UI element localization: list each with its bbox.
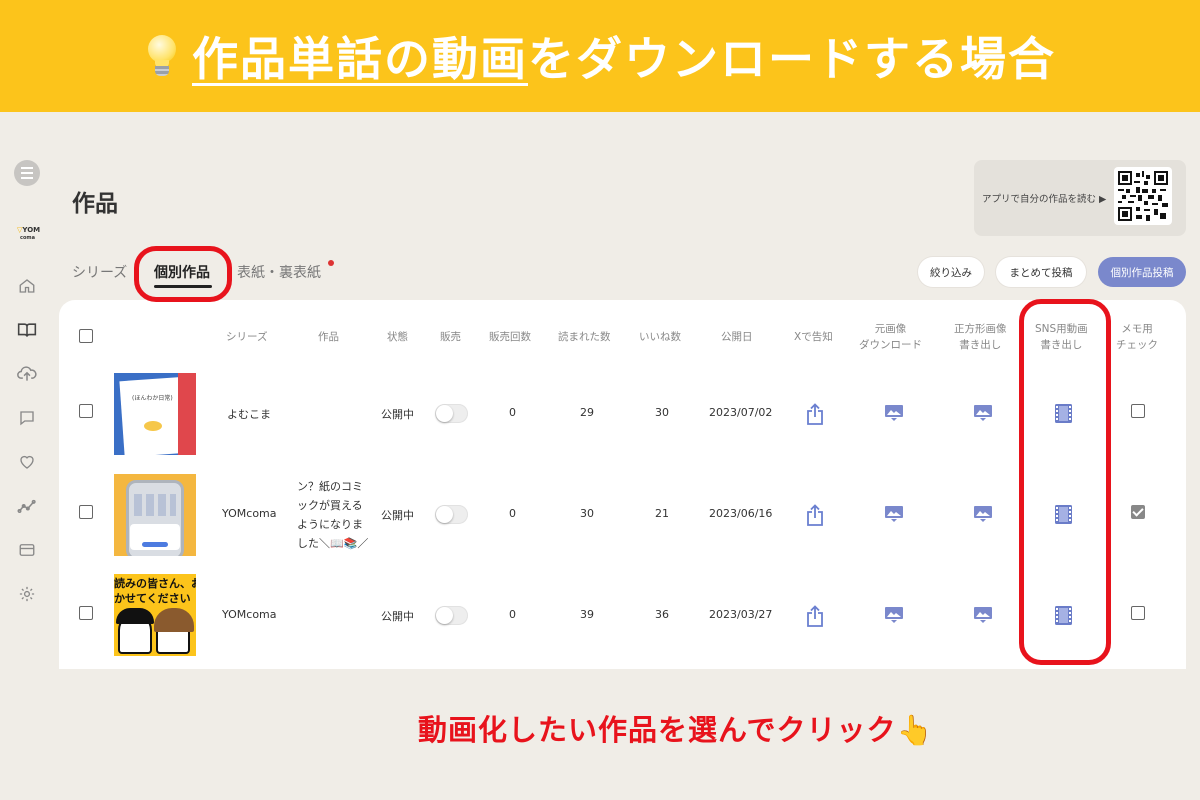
banner: 作品単話の動画をダウンロードする場合 — [0, 0, 1200, 112]
row-read-count: 30 — [580, 507, 594, 520]
col-status: 状態 — [387, 331, 408, 343]
square-image-icon[interactable] — [974, 607, 992, 623]
col-series: シリーズ — [226, 331, 268, 343]
highlight-sns-video-column — [1019, 299, 1111, 665]
row-status: 公開中 — [381, 408, 414, 421]
thumbnail[interactable] — [114, 474, 196, 556]
row-read-count: 29 — [580, 406, 594, 419]
row-series: よむこま — [227, 408, 271, 421]
home-icon[interactable] — [17, 276, 37, 296]
row-sales-count: 0 — [509, 507, 516, 520]
sale-toggle[interactable] — [435, 606, 468, 625]
download-image-icon[interactable] — [885, 506, 903, 522]
row-published: 2023/03/27 — [709, 608, 773, 621]
row-series: YOMcoma — [222, 507, 277, 520]
row-checkbox[interactable] — [79, 606, 93, 620]
banner-title: 作品単話の動画をダウンロードする場合 — [192, 23, 1056, 89]
row-checkbox[interactable] — [79, 404, 93, 418]
col-sales-count: 販売回数 — [489, 331, 531, 343]
row-sales-count: 0 — [509, 406, 516, 419]
col-memo: メモ用 チェック — [1116, 323, 1158, 351]
notification-dot — [328, 260, 334, 266]
row-published: 2023/07/02 — [709, 406, 773, 419]
heart-icon[interactable] — [17, 452, 37, 472]
share-icon[interactable] — [806, 403, 824, 425]
share-icon[interactable] — [806, 504, 824, 526]
memo-checkbox[interactable] — [1131, 404, 1145, 418]
square-image-icon[interactable] — [974, 405, 992, 421]
thumbnail[interactable]: 読みの皆さん、お かせてください — [114, 574, 196, 656]
qr-code-icon — [1114, 167, 1172, 225]
row-sales-count: 0 — [509, 608, 516, 621]
row-likes: 30 — [655, 406, 669, 419]
menu-icon[interactable] — [14, 160, 40, 186]
memo-checkbox[interactable] — [1131, 505, 1145, 519]
thumbnail[interactable]: (ほんわか日常) — [114, 373, 196, 455]
col-likes: いいね数 — [639, 331, 681, 343]
page-title: 作品 — [72, 191, 118, 217]
col-download: 元画像 ダウンロード — [859, 323, 922, 351]
post-work-button[interactable]: 個別作品投稿 — [1098, 257, 1186, 287]
banner-title-highlight: 作品単話の動画 — [192, 32, 528, 86]
row-checkbox[interactable] — [79, 505, 93, 519]
download-image-icon[interactable] — [885, 405, 903, 421]
callout-text: 動画化したい作品を選んでクリック👆 — [418, 713, 934, 747]
highlight-individual-tab — [134, 246, 232, 302]
row-likes: 21 — [655, 507, 669, 520]
share-icon[interactable] — [806, 605, 824, 627]
memo-checkbox[interactable] — [1131, 606, 1145, 620]
row-status: 公開中 — [381, 610, 414, 623]
banner-title-rest: をダウンロードする場合 — [528, 32, 1056, 86]
row-likes: 36 — [655, 608, 669, 621]
lightbulb-icon — [144, 31, 180, 81]
analytics-icon[interactable] — [17, 496, 37, 516]
tab-cover[interactable]: 表紙・裏表紙 — [237, 262, 321, 282]
wallet-icon[interactable] — [17, 540, 37, 560]
app-qr-banner[interactable]: アプリで自分の作品を読む ▶ — [974, 160, 1186, 236]
sale-toggle[interactable] — [435, 505, 468, 524]
qr-text: アプリで自分の作品を読む ▶ — [982, 194, 1107, 205]
app-logo: ▽YOM coma — [17, 226, 41, 242]
row-work-title: ン？紙のコミ ックが買える ようになりま した＼📖📚／ — [297, 480, 369, 550]
gear-icon[interactable] — [17, 584, 37, 604]
book-icon[interactable] — [17, 320, 37, 340]
tab-series[interactable]: シリーズ — [72, 262, 127, 282]
row-published: 2023/06/16 — [709, 507, 773, 520]
col-work: 作品 — [318, 331, 339, 343]
row-series: YOMcoma — [222, 608, 277, 621]
col-read-count: 読まれた数 — [558, 331, 611, 343]
square-image-icon[interactable] — [974, 506, 992, 522]
upload-icon[interactable] — [17, 364, 37, 384]
select-all-checkbox[interactable] — [79, 329, 93, 343]
col-square: 正方形画像 書き出し — [954, 323, 1007, 351]
col-x-announce: Xで告知 — [794, 331, 833, 343]
col-sale: 販売 — [440, 331, 461, 343]
download-image-icon[interactable] — [885, 607, 903, 623]
row-read-count: 39 — [580, 608, 594, 621]
col-published: 公開日 — [721, 331, 753, 343]
filter-button[interactable]: 絞り込み — [918, 257, 984, 287]
row-status: 公開中 — [381, 509, 414, 522]
sale-toggle[interactable] — [435, 404, 468, 423]
bulk-post-button[interactable]: まとめて投稿 — [996, 257, 1086, 287]
comment-icon[interactable] — [17, 408, 37, 428]
